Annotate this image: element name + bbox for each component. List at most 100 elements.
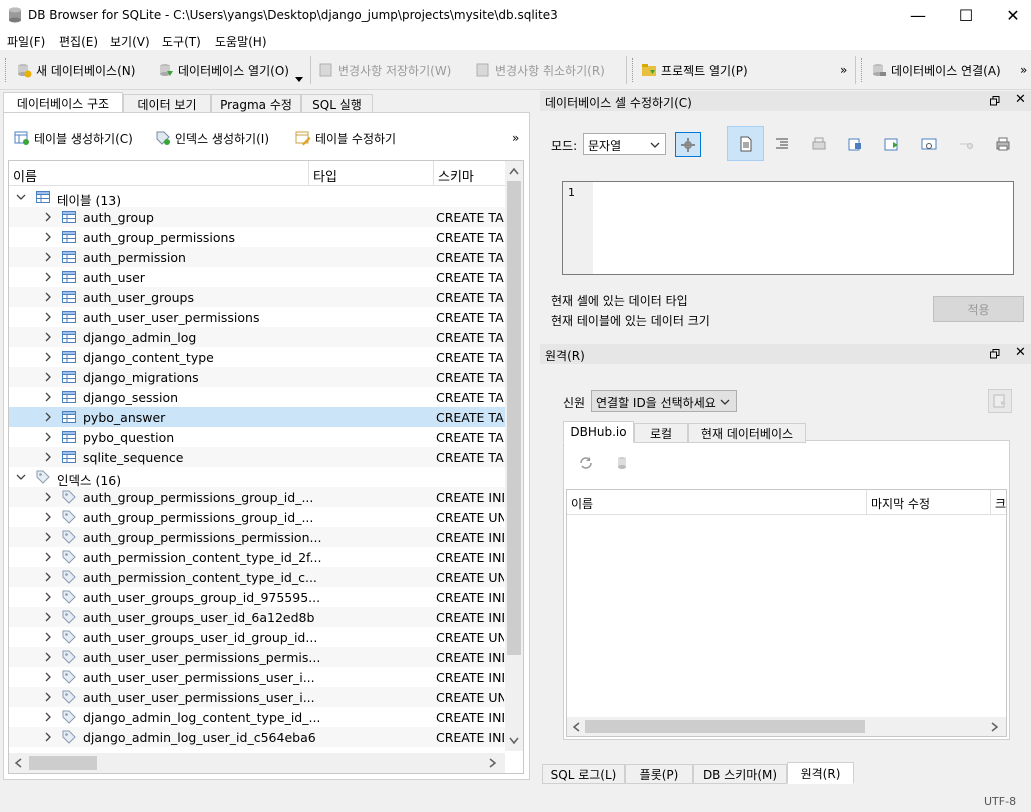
auto-switch-mode-button[interactable] bbox=[675, 132, 701, 157]
index-row[interactable]: auth_group_permissions_permission... CREA… bbox=[9, 527, 505, 547]
word-wrap-button[interactable] bbox=[727, 126, 764, 161]
menu-help[interactable]: 도움말(H) bbox=[215, 33, 267, 50]
schema-tree[interactable]: 이름 타입 스키마 테이블 (13) auth_group CREATE TA aut… bbox=[8, 160, 524, 774]
table-row[interactable]: django_content_type CREATE TA bbox=[9, 347, 505, 367]
chevron-right-icon[interactable] bbox=[41, 510, 55, 524]
chevron-right-icon[interactable] bbox=[41, 590, 55, 604]
index-row[interactable]: auth_user_groups_user_id_group_id... CREA… bbox=[9, 627, 505, 647]
remote-column-name[interactable]: 이름 bbox=[567, 490, 867, 514]
chevron-right-icon[interactable] bbox=[41, 630, 55, 644]
scroll-left-icon[interactable] bbox=[14, 758, 22, 768]
float-panel-icon[interactable] bbox=[990, 349, 1000, 359]
chevron-right-icon[interactable] bbox=[41, 610, 55, 624]
index-row[interactable]: auth_permission_content_type_id_c... CREA… bbox=[9, 567, 505, 587]
set-null-icon[interactable] bbox=[921, 136, 937, 152]
index-row[interactable]: auth_user_user_permissions_user_i... CREA… bbox=[9, 667, 505, 687]
printer-icon[interactable] bbox=[995, 136, 1011, 152]
mode-select[interactable]: 문자열 bbox=[583, 133, 666, 155]
toolbar-grip[interactable] bbox=[861, 58, 864, 82]
index-row[interactable]: django_admin_log_user_id_c564eba6 CREATE … bbox=[9, 727, 505, 747]
table-row[interactable]: auth_permission CREATE TA bbox=[9, 247, 505, 267]
close-panel-icon[interactable]: ✕ bbox=[1015, 92, 1026, 107]
chevron-right-icon[interactable] bbox=[41, 310, 55, 324]
remote-file-list[interactable]: 이름 마지막 수정 크 bbox=[566, 489, 1008, 737]
tab-db-schema[interactable]: DB 스키마(M) bbox=[693, 764, 787, 784]
chevron-right-icon[interactable] bbox=[41, 430, 55, 444]
chevron-right-icon[interactable] bbox=[41, 330, 55, 344]
open-project-button[interactable]: 프로젝트 열기(P) bbox=[641, 60, 748, 80]
remote-horizontal-scrollbar[interactable] bbox=[567, 717, 1006, 736]
identity-select[interactable]: 연결할 ID을 선택하세요 bbox=[591, 390, 737, 412]
table-row[interactable]: django_admin_log CREATE TA bbox=[9, 327, 505, 347]
table-row[interactable]: django_migrations CREATE TA bbox=[9, 367, 505, 387]
vertical-scrollbar[interactable] bbox=[505, 161, 523, 751]
index-row[interactable]: django_admin_log_content_type_id_... CREA… bbox=[9, 707, 505, 727]
chevron-right-icon[interactable] bbox=[41, 690, 55, 704]
apply-button[interactable]: 적용 bbox=[933, 296, 1024, 322]
table-row[interactable]: auth_user_user_permissions CREATE TA bbox=[9, 307, 505, 327]
chevron-right-icon[interactable] bbox=[41, 530, 55, 544]
chevron-right-icon[interactable] bbox=[41, 210, 55, 224]
index-row[interactable]: auth_user_user_permissions_user_i... CREA… bbox=[9, 687, 505, 707]
table-row[interactable]: auth_group_permissions CREATE TA bbox=[9, 227, 505, 247]
tab-current-database[interactable]: 현재 데이터베이스 bbox=[688, 423, 806, 443]
index-row[interactable]: auth_user_user_permissions_permis... CREA… bbox=[9, 647, 505, 667]
tab-local[interactable]: 로컬 bbox=[634, 423, 688, 443]
modify-table-button[interactable]: 테이블 수정하기 bbox=[295, 128, 396, 148]
scroll-right-icon[interactable] bbox=[489, 758, 497, 768]
table-row[interactable]: django_session CREATE TA bbox=[9, 387, 505, 407]
toolbar-grip[interactable] bbox=[632, 58, 635, 82]
table-row[interactable]: sqlite_sequence CREATE TA bbox=[9, 447, 505, 467]
close-panel-icon[interactable]: ✕ bbox=[1015, 345, 1026, 360]
index-row[interactable]: auth_user_groups_user_id_6a12ed8b CREATE … bbox=[9, 607, 505, 627]
table-row[interactable]: pybo_question CREATE TA bbox=[9, 427, 505, 447]
horizontal-scrollbar-thumb[interactable] bbox=[29, 756, 97, 770]
tab-dbhub[interactable]: DBHub.io bbox=[563, 421, 634, 443]
scroll-left-icon[interactable] bbox=[572, 722, 580, 732]
indent-icon[interactable] bbox=[774, 136, 790, 152]
scroll-down-icon[interactable] bbox=[509, 737, 519, 745]
index-row[interactable]: auth_user_groups_group_id_975595... CREAT… bbox=[9, 587, 505, 607]
open-database-button[interactable]: 데이터베이스 열기(O) bbox=[158, 60, 289, 80]
chevron-right-icon[interactable] bbox=[41, 290, 55, 304]
table-row[interactable]: auth_user_groups CREATE TA bbox=[9, 287, 505, 307]
revert-changes-button[interactable]: 변경사항 취소하기(R) bbox=[475, 60, 605, 80]
menu-view[interactable]: 보기(V) bbox=[110, 33, 150, 50]
chevron-right-icon[interactable] bbox=[41, 710, 55, 724]
chevron-right-icon[interactable] bbox=[41, 250, 55, 264]
chevron-down-icon[interactable] bbox=[14, 470, 28, 484]
index-row[interactable]: auth_permission_content_type_id_2f... CRE… bbox=[9, 547, 505, 567]
vertical-scrollbar-thumb[interactable] bbox=[507, 181, 521, 655]
write-changes-button[interactable]: 변경사항 저장하기(W) bbox=[318, 60, 451, 80]
remote-horizontal-thumb[interactable] bbox=[585, 720, 865, 733]
scroll-right-icon[interactable] bbox=[991, 722, 999, 732]
new-database-button[interactable]: 새 데이터베이스(N) bbox=[16, 60, 135, 80]
tab-edit-pragmas[interactable]: Pragma 수정 bbox=[211, 94, 301, 114]
chevron-right-icon[interactable] bbox=[41, 270, 55, 284]
open-dropdown-arrow-icon[interactable] bbox=[295, 77, 303, 82]
cell-editor[interactable]: 1 bbox=[562, 181, 1014, 275]
refresh-icon[interactable] bbox=[578, 455, 594, 471]
tables-category[interactable]: 테이블 (13) bbox=[9, 187, 505, 208]
chevron-right-icon[interactable] bbox=[41, 230, 55, 244]
clone-database-icon[interactable] bbox=[615, 455, 631, 471]
toolbar-overflow-button[interactable]: » bbox=[840, 60, 847, 80]
table-row[interactable]: auth_group CREATE TA bbox=[9, 207, 505, 227]
column-header-schema[interactable]: 스키마 bbox=[434, 161, 506, 185]
index-row[interactable]: auth_group_permissions_group_id_... CREAT… bbox=[9, 487, 505, 507]
index-row[interactable]: auth_group_permissions_group_id_... CREAT… bbox=[9, 507, 505, 527]
identity-manage-button[interactable] bbox=[988, 389, 1012, 413]
table-row[interactable]: pybo_answer CREATE TA bbox=[9, 407, 505, 427]
table-row[interactable]: auth_user CREATE TA bbox=[9, 267, 505, 287]
attach-database-button[interactable]: 데이터베이스 연결(A) bbox=[871, 60, 1001, 80]
structure-toolbar-overflow[interactable]: » bbox=[512, 128, 519, 148]
minimize-button[interactable]: — bbox=[895, 0, 941, 30]
tab-sql-log[interactable]: SQL 로그(L) bbox=[542, 764, 625, 784]
chevron-right-icon[interactable] bbox=[41, 570, 55, 584]
remote-column-size[interactable]: 크 bbox=[991, 490, 1008, 514]
print-icon-disabled[interactable] bbox=[811, 136, 827, 152]
toolbar-grip[interactable] bbox=[5, 58, 8, 82]
scroll-up-icon[interactable] bbox=[509, 167, 519, 175]
tab-remote[interactable]: 원격(R) bbox=[787, 762, 854, 784]
column-header-type[interactable]: 타입 bbox=[309, 161, 434, 185]
